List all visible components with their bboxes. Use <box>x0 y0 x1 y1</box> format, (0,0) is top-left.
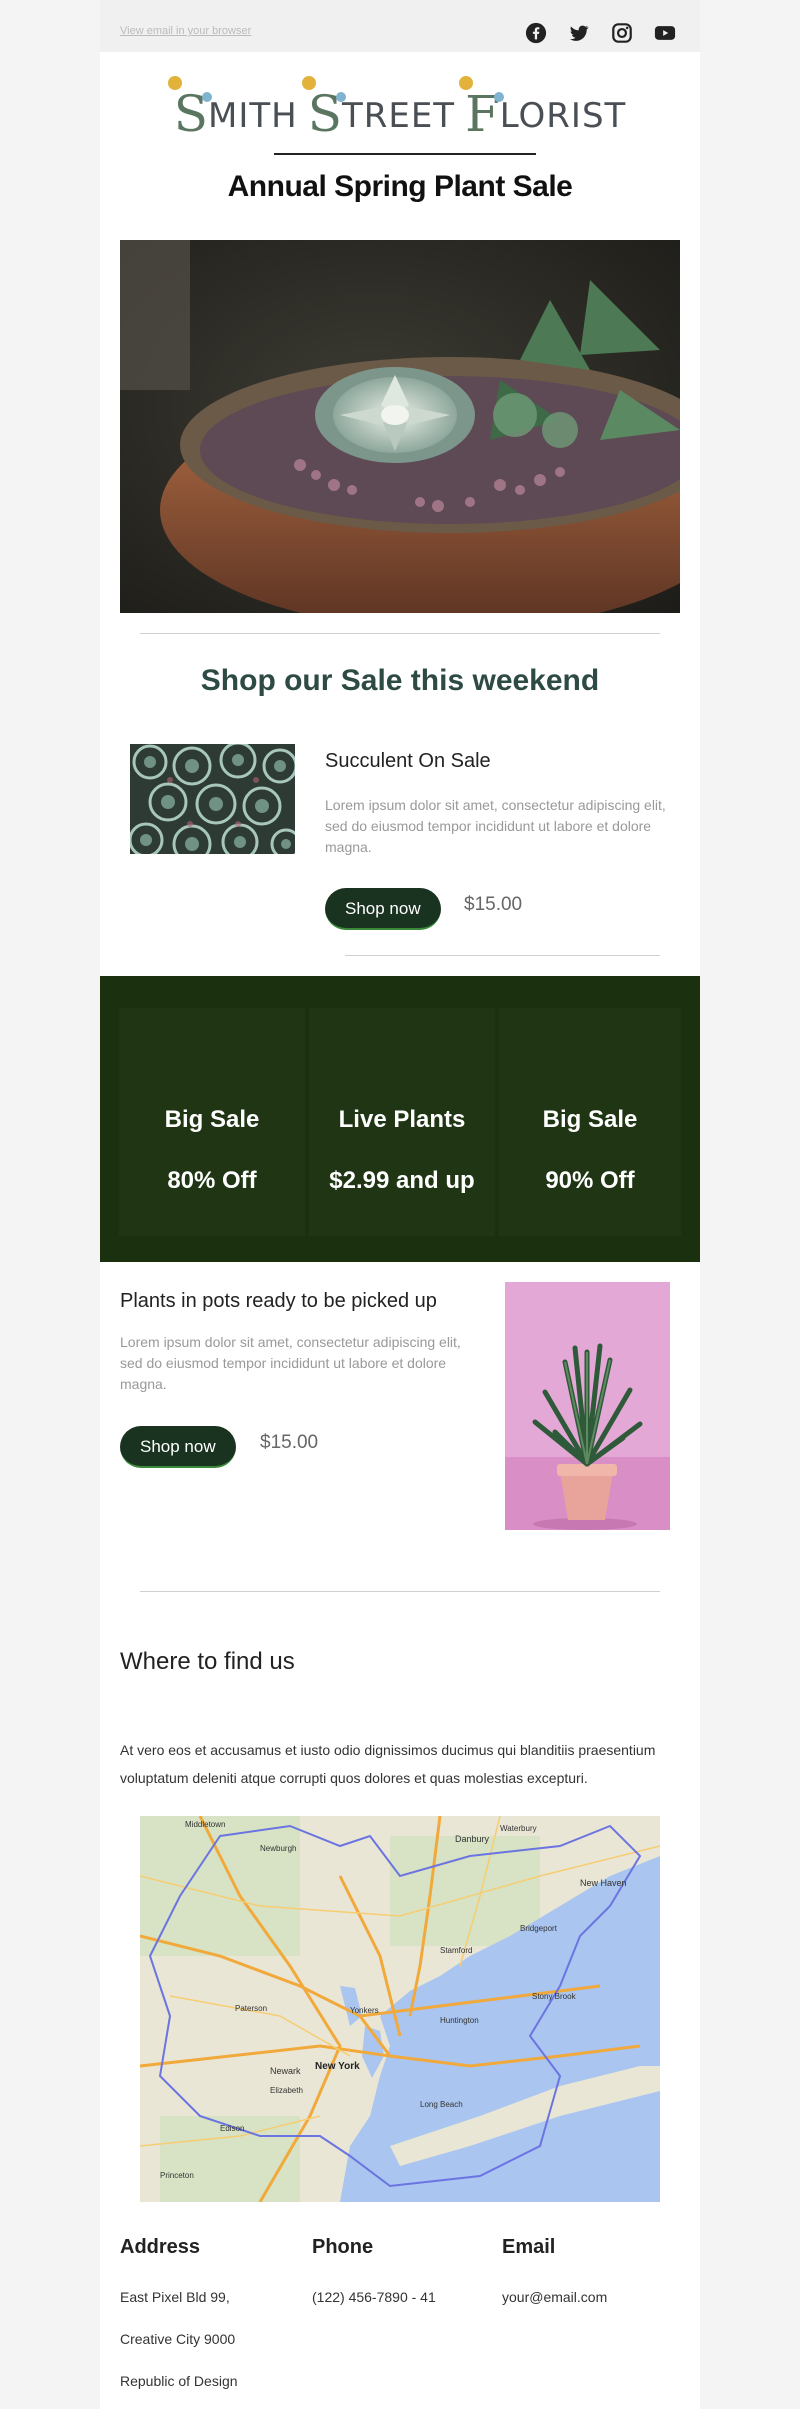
find-us-title: Where to find us <box>120 1648 295 1675</box>
promo-card-subtitle: 90% Off <box>545 1167 635 1194</box>
potted-plant-image <box>505 1282 670 1530</box>
address-line: Republic of Design <box>120 2373 238 2389</box>
promo-card[interactable]: Live Plants $2.99 and up <box>309 1008 495 1236</box>
shop-now-button[interactable]: Shop now <box>120 1426 236 1468</box>
promo-card-title: Live Plants <box>338 1106 466 1133</box>
view-in-browser-link[interactable]: View email in your browser <box>120 25 251 37</box>
product-name: Plants in pots ready to be picked up <box>120 1290 437 1312</box>
top-bar: View email in your browser <box>100 0 700 52</box>
email-label: Email <box>502 2236 556 2258</box>
facebook-icon[interactable] <box>525 22 547 44</box>
logo-rest: MITH <box>207 96 298 136</box>
map-label: Yonkers <box>350 2006 379 2015</box>
product-description: Lorem ipsum dolor sit amet, consectetur … <box>120 1334 461 1392</box>
logo-rest: LORIST <box>499 96 627 136</box>
map-label: Huntington <box>440 2016 479 2025</box>
promo-card-title: Big Sale <box>164 1106 260 1133</box>
social-links <box>525 22 676 44</box>
product-price: $15.00 <box>260 1432 319 1453</box>
logo-word-1: S MITH <box>167 76 298 142</box>
succulent-product-image <box>130 744 295 854</box>
map-label: Stamford <box>440 1946 473 1955</box>
promo-band: Big Sale 80% Off Live Plants $2.99 and u… <box>100 976 700 1262</box>
logo-rest: TREET <box>341 96 456 136</box>
email-address[interactable]: your@email.com <box>502 2289 607 2305</box>
map-label: New Haven <box>580 1878 627 1888</box>
map-label: Stony Brook <box>532 1992 576 2001</box>
brand-logo: S MITH S TREET F LORIST <box>167 72 625 142</box>
youtube-icon[interactable] <box>654 22 676 44</box>
promo-card-subtitle: $2.99 and up <box>329 1167 475 1194</box>
address-line: Creative City 9000 <box>120 2331 236 2347</box>
phone-label: Phone <box>312 2236 374 2258</box>
section-title: Shop our Sale this weekend <box>200 664 600 697</box>
twitter-icon[interactable] <box>568 22 590 44</box>
map-label: Edison <box>220 2124 245 2133</box>
product-price: $15.00 <box>464 894 523 915</box>
map-label: Middletown <box>185 1820 226 1829</box>
map-label: Long Beach <box>420 2100 463 2109</box>
promo-card-subtitle: 80% Off <box>167 1167 257 1194</box>
map-label: Elizabeth <box>270 2086 303 2095</box>
map-label: New York <box>315 2061 360 2072</box>
location-map[interactable]: Middletown Danbury Newburgh New Haven St… <box>140 1816 660 2202</box>
map-label: Paterson <box>235 2004 268 2013</box>
title-divider <box>274 153 536 155</box>
logo-word-3: F LORIST <box>459 76 627 142</box>
map-label: Princeton <box>160 2171 194 2180</box>
product-name: Succulent On Sale <box>325 750 491 772</box>
section-divider <box>140 1591 660 1592</box>
promo-card[interactable]: Big Sale 90% Off <box>499 1008 681 1236</box>
section-divider <box>140 633 660 634</box>
phone-number[interactable]: (122) 456-7890 - 41 <box>312 2289 436 2305</box>
address-line: East Pixel Bld 99, <box>120 2289 230 2305</box>
logo-word-2: S TREET <box>301 76 456 142</box>
map-label: Newburgh <box>260 1844 297 1853</box>
map-label: Waterbury <box>500 1824 537 1833</box>
promo-card[interactable]: Big Sale 80% Off <box>119 1008 305 1236</box>
page-title: Annual Spring Plant Sale <box>227 170 573 203</box>
product-divider <box>345 955 660 956</box>
promo-card-title: Big Sale <box>542 1106 638 1133</box>
email-container: View email in your browser S MITH S TREE… <box>100 0 700 2409</box>
map-label: Bridgeport <box>520 1924 557 1933</box>
find-us-text: At vero eos et accusamus et iusto odio d… <box>120 1742 656 1786</box>
map-label: Danbury <box>455 1834 490 1844</box>
address-label: Address <box>120 2236 201 2258</box>
product-description: Lorem ipsum dolor sit amet, consectetur … <box>325 797 666 855</box>
shop-now-button[interactable]: Shop now <box>325 888 441 930</box>
map-label: Newark <box>270 2066 301 2076</box>
hero-succulent-image <box>120 240 680 613</box>
instagram-icon[interactable] <box>611 22 633 44</box>
